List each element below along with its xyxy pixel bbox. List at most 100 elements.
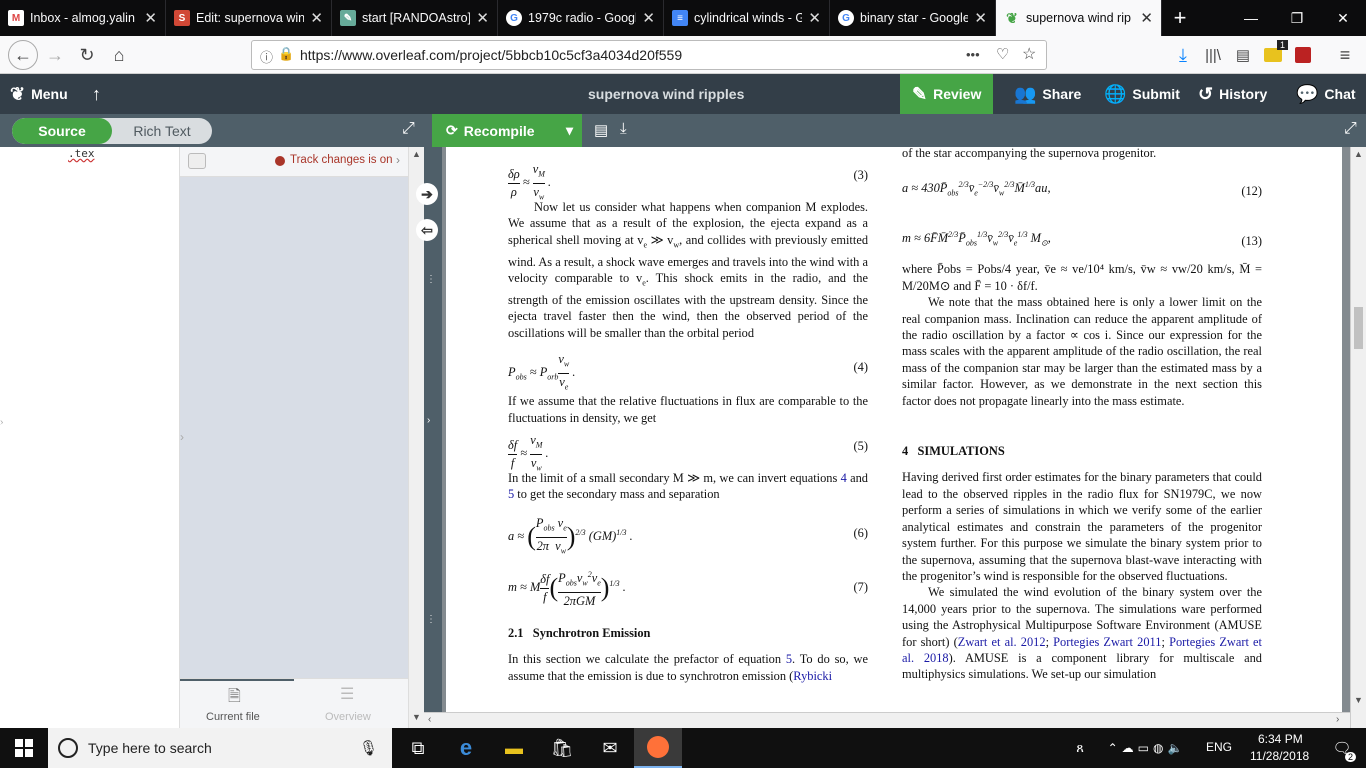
source-richtext-toggle[interactable]: Source Rich Text	[12, 118, 212, 144]
sync-to-pdf-icon[interactable]: ➔	[416, 183, 438, 205]
close-tab-icon[interactable]: ✕	[1140, 9, 1153, 27]
review-icon: ✎	[912, 83, 928, 104]
pocket-icon[interactable]: ♡	[996, 45, 1009, 63]
browser-tab[interactable]: M Inbox - almog.yalin ✕	[0, 0, 166, 36]
expand-arrow-icon[interactable]: ›	[180, 430, 184, 444]
clock-date[interactable]: 11/28/2018	[1250, 749, 1309, 763]
scroll-down-icon[interactable]: ▼	[412, 712, 421, 722]
taskbar-search[interactable]: Type here to search 🎙	[48, 728, 392, 768]
current-file-icon[interactable]: 🗎	[228, 685, 241, 712]
citation-link[interactable]: Zwart et al. 2012	[958, 635, 1046, 649]
scroll-up-icon[interactable]: ▲	[1354, 149, 1363, 159]
drag-handle-icon[interactable]: ⋮	[426, 615, 436, 625]
overview-icon[interactable]: ☰	[340, 684, 354, 704]
citation-link[interactable]: Portegies Zwart 2011	[1053, 635, 1161, 649]
current-file-tab[interactable]: Current file	[206, 711, 260, 723]
new-tab-button[interactable]: +	[1162, 0, 1198, 36]
browser-tab[interactable]: ≡ cylindrical winds - G ✕	[664, 0, 830, 36]
info-icon[interactable]: ⓘ	[260, 47, 273, 66]
history-button[interactable]: ↺ History	[1198, 74, 1267, 114]
restore-icon[interactable]: ❐	[1274, 0, 1320, 36]
source-toggle[interactable]: Source	[12, 118, 112, 144]
citation-link[interactable]: Rybicki	[793, 669, 832, 683]
system-tray-icons[interactable]: ⌃☁▭◍🔈	[1092, 728, 1202, 768]
equation-3: δρ ρ ≈ vM vw . (3)	[508, 162, 868, 202]
scroll-up-icon[interactable]: ▲	[412, 149, 421, 159]
windows-start-icon[interactable]	[0, 728, 48, 768]
language-indicator[interactable]: ENG	[1206, 740, 1232, 754]
firefox-icon[interactable]	[634, 728, 682, 768]
expand-icon[interactable]: ⤢	[402, 120, 415, 138]
submit-button[interactable]: 🌐 Submit	[1104, 74, 1180, 114]
download-icon[interactable]: ⤓	[1168, 40, 1198, 70]
collapse-filetree-icon[interactable]: ›	[0, 420, 4, 431]
review-toggle-icon[interactable]	[188, 153, 206, 169]
track-changes-label[interactable]: Track changes is on	[290, 154, 392, 166]
file-tree-item[interactable]: .tex	[68, 147, 95, 160]
addon-icon[interactable]	[1288, 40, 1318, 70]
scroll-thumb[interactable]	[1354, 307, 1363, 349]
scroll-right-icon[interactable]: ›	[1336, 714, 1339, 725]
bookmark-star-icon[interactable]: ☆	[1022, 44, 1036, 64]
expand-pdf-icon[interactable]: ⤢	[1344, 120, 1357, 138]
up-arrow-icon[interactable]: ↑	[92, 74, 101, 114]
forward-icon[interactable]: →	[40, 40, 70, 70]
page-actions-icon[interactable]: •••	[966, 47, 980, 62]
pdf-horizontal-scrollbar[interactable]: ‹ ›	[424, 712, 1350, 728]
microphone-icon[interactable]: 🎙	[359, 739, 378, 757]
overview-tab[interactable]: Overview	[325, 711, 371, 723]
url-bar[interactable]: ⓘ 🔒 https://www.overleaf.com/project/5bb…	[251, 40, 1047, 70]
notifications-icon[interactable]: 🗨 2	[1318, 728, 1366, 768]
logs-icon[interactable]: ▤	[594, 121, 608, 139]
caret-down-icon[interactable]: ▾	[566, 122, 573, 139]
minimize-icon[interactable]: —	[1228, 0, 1274, 36]
drag-handle-icon[interactable]: ⋮	[426, 275, 436, 285]
browser-tab-active[interactable]: ❦ supernova wind rip ✕	[996, 0, 1162, 36]
browser-tab[interactable]: Gbinary star - Google ✕	[830, 0, 996, 36]
edge-icon[interactable]: e	[442, 728, 490, 768]
home-icon[interactable]: ⌂	[104, 40, 134, 70]
back-icon[interactable]: ←	[8, 40, 38, 70]
library-icon[interactable]: |||\	[1198, 40, 1228, 70]
menu-button[interactable]: ❦ Menu	[10, 74, 68, 114]
chevron-right-icon[interactable]: ›	[396, 153, 400, 167]
mail-icon[interactable]: ✉	[586, 728, 634, 768]
close-tab-icon[interactable]: ✕	[642, 9, 655, 27]
project-title[interactable]: supernova wind ripples	[588, 74, 744, 114]
reload-icon[interactable]: ↻	[72, 40, 102, 70]
sidebar-icon[interactable]: ▤	[1228, 40, 1258, 70]
store-icon[interactable]: 🛍	[538, 728, 586, 768]
download-pdf-icon[interactable]: ⤓	[620, 120, 627, 137]
chat-button[interactable]: 💬 Chat	[1296, 74, 1356, 114]
browser-tab[interactable]: G 1979c radio - Googl ✕	[498, 0, 664, 36]
paragraph: In the limit of a small secondary M ≫ m,…	[508, 471, 868, 502]
review-button[interactable]: ✎ Review	[900, 74, 994, 114]
rich-text-toggle[interactable]: Rich Text	[112, 118, 212, 144]
pane-divider[interactable]: ➔ ⇦ ⋮ › ⋮	[416, 147, 442, 728]
clock-time[interactable]: 6:34 PM	[1258, 732, 1303, 746]
sync-to-code-icon[interactable]: ⇦	[416, 219, 438, 241]
close-tab-icon[interactable]: ✕	[476, 9, 489, 27]
window-close-icon[interactable]: ✕	[1320, 0, 1366, 36]
share-button[interactable]: 👥 Share	[1014, 74, 1081, 114]
browser-tab[interactable]: S Edit: supernova win ✕	[166, 0, 332, 36]
paragraph: Now let us consider what happens when co…	[508, 200, 869, 340]
pdf-viewer[interactable]: δρ ρ ≈ vM vw . (3) Now let us consider wha…	[442, 147, 1350, 728]
close-tab-icon[interactable]: ✕	[144, 9, 157, 27]
close-tab-icon[interactable]: ✕	[808, 9, 821, 27]
browser-menu-icon[interactable]: ≡	[1330, 40, 1360, 70]
close-tab-icon[interactable]: ✕	[974, 9, 987, 27]
browser-tab[interactable]: ✎ start [RANDOAstro] ✕	[332, 0, 498, 36]
extension-icon[interactable]: 1	[1258, 40, 1288, 70]
pdf-scrollbar[interactable]: ▲ ▼	[1350, 147, 1366, 728]
recompile-button[interactable]: ⟳ Recompile ▾	[432, 114, 582, 147]
collapse-pane-icon[interactable]: ›	[427, 415, 430, 426]
file-explorer-icon[interactable]: ▬	[490, 728, 538, 768]
scroll-down-icon[interactable]: ▼	[1354, 695, 1363, 705]
paragraph: of the star accompanying the supernova p…	[902, 147, 1157, 160]
close-tab-icon[interactable]: ✕	[310, 9, 323, 27]
task-view-icon[interactable]: ⧉	[394, 728, 442, 768]
search-icon	[58, 738, 78, 758]
scroll-left-icon[interactable]: ‹	[428, 714, 431, 725]
url-text[interactable]: https://www.overleaf.com/project/5bbcb10…	[300, 47, 682, 63]
